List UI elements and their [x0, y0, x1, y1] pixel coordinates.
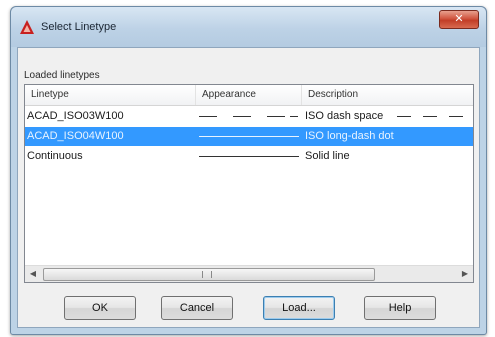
linetype-description: ISO long-dash dot	[305, 130, 394, 142]
appearance-dash	[449, 116, 463, 117]
ok-button[interactable]: OK	[64, 296, 136, 320]
linetype-description: Solid line	[305, 150, 350, 162]
column-header-appearance[interactable]: Appearance	[195, 85, 301, 105]
title-bar[interactable]: Select Linetype ✕	[11, 7, 486, 47]
scroll-right-arrow-icon[interactable]: ▶	[457, 266, 473, 282]
appearance-dash	[233, 116, 251, 117]
window-title: Select Linetype	[41, 21, 117, 33]
appearance-dash	[397, 116, 411, 117]
appearance-dash	[199, 116, 217, 117]
appearance-line	[199, 156, 299, 157]
column-header-linetype[interactable]: Linetype	[25, 85, 195, 105]
linetype-description: ISO dash space	[305, 110, 384, 122]
appearance-line	[199, 136, 299, 137]
grip-icon	[202, 271, 212, 278]
cancel-button[interactable]: Cancel	[161, 296, 233, 320]
list-header: Linetype Appearance Description	[25, 85, 473, 106]
list-item[interactable]: ACAD_ISO03W100 ISO dash space	[25, 107, 473, 126]
horizontal-scrollbar[interactable]: ◀ ▶	[25, 265, 473, 282]
list-item[interactable]: Continuous Solid line	[25, 147, 473, 166]
linetype-name: ACAD_ISO03W100	[27, 110, 124, 122]
list-item-selected[interactable]: ACAD_ISO04W100 ISO long-dash dot	[25, 127, 473, 146]
help-button[interactable]: Help	[364, 296, 436, 320]
appearance-dash	[423, 116, 437, 117]
appearance-dash	[290, 116, 298, 117]
autocad-logo-icon	[20, 20, 34, 34]
dialog-body: Loaded linetypes Linetype Appearance Des…	[17, 47, 480, 328]
column-header-description[interactable]: Description	[301, 85, 473, 105]
appearance-dash	[267, 116, 285, 117]
close-button[interactable]: ✕	[439, 10, 479, 29]
load-button[interactable]: Load...	[263, 296, 335, 320]
scroll-left-arrow-icon[interactable]: ◀	[25, 266, 41, 282]
close-icon: ✕	[454, 13, 464, 25]
linetype-name: ACAD_ISO04W100	[27, 130, 124, 142]
loaded-linetypes-label: Loaded linetypes	[24, 70, 100, 81]
linetype-name: Continuous	[27, 150, 83, 162]
scrollbar-thumb[interactable]	[43, 268, 375, 281]
select-linetype-dialog: Select Linetype ✕ Loaded linetypes Linet…	[10, 6, 487, 335]
linetype-list[interactable]: Linetype Appearance Description ACAD_ISO…	[24, 84, 474, 283]
